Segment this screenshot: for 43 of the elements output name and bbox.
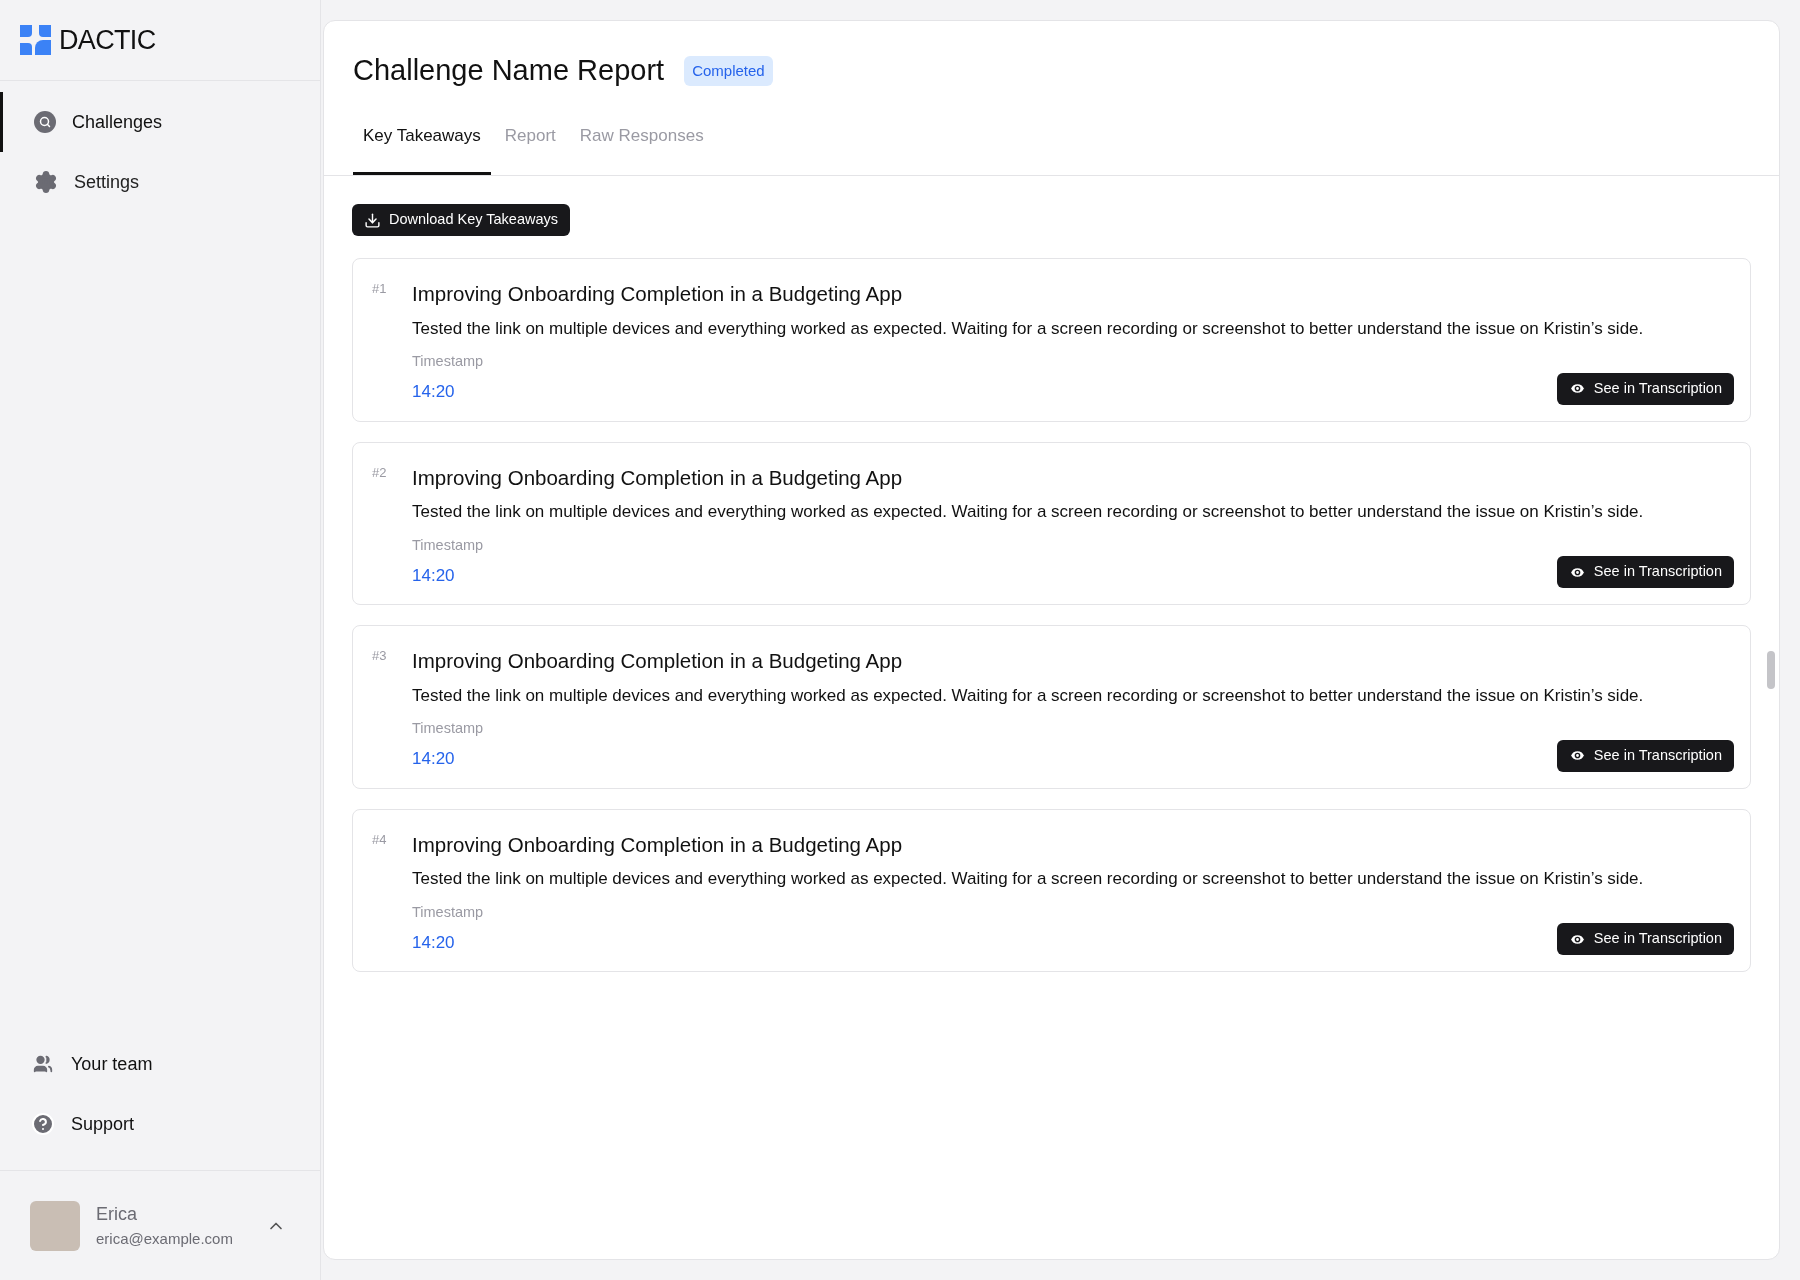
user-email: erica@example.com [96,1228,234,1249]
status-badge: Completed [684,55,773,86]
sidebar-item[interactable]: Challenges [0,92,320,152]
timestamp-label: Timestamp [412,719,484,739]
timestamp-label: Timestamp [412,535,484,555]
takeaway-title: Improving Onboarding Completion in a Budgeting App [412,281,904,307]
takeaway-title: Improving Onboarding Completion in a Budgeting App [412,648,904,674]
timestamp-link[interactable]: 14:20 [412,929,484,955]
takeaway-title: Improving Onboarding Completion in a Budgeting App [412,464,904,491]
sidebar-item[interactable]: Settings [0,152,320,212]
timestamp-label: Timestamp [412,902,484,922]
takeaway-number: #1 [372,280,388,298]
download-icon [364,211,381,229]
takeaway-number: #3 [372,647,388,665]
transcription-button[interactable]: See in Transcription [1556,923,1734,955]
team-icon [33,1054,53,1074]
takeaway-text: Tested the link on multiple devices and everything worked as expected. Waiting for a screen recording or screenshot to better understand the issue on Kristin’s side. [412,684,1645,707]
download-button[interactable]: Download Key Takeaways [352,204,570,236]
takeaway-text: Tested the link on multiple devices and everything worked as expected. Waiting for a screen recording or screenshot to better understand the issue on Kristin’s side. [412,317,1645,340]
user-name: Erica [96,1202,138,1226]
sidebar-item[interactable]: Support [0,1094,320,1154]
transcription-button[interactable]: See in Transcription [1556,372,1734,405]
takeaway-title: Improving Onboarding Completion in a Budgeting App [412,831,904,858]
takeaway-number: #2 [372,463,388,482]
scrollbar-thumb[interactable] [1767,651,1775,689]
avatar-photo-placeholder [30,1200,80,1251]
tab[interactable]: Key Takeaways [353,118,491,175]
settings-icon [34,170,58,194]
search-icon [34,111,56,133]
takeaway-text: Tested the link on multiple devices and everything worked as expected. Waiting for a screen recording or screenshot to better understand the issue on Kristin’s side. [412,501,1645,524]
takeaway-text: Tested the link on multiple devices and everything worked as expected. Waiting for a screen recording or screenshot to better understand the issue on Kristin’s side. [412,868,1645,891]
timestamp-label: Timestamp [412,352,484,372]
timestamp-link[interactable]: 14:20 [412,562,484,588]
takeaway-number: #4 [372,830,388,849]
transcription-button[interactable]: See in Transcription [1556,739,1734,772]
help-icon [31,1112,55,1136]
sidebar-item[interactable]: Your team [0,1034,320,1094]
timestamp-link[interactable]: 14:20 [412,379,484,405]
timestamp-link[interactable]: 14:20 [412,746,484,772]
brand-name: DACTIC [59,23,156,57]
logo-icon [20,25,51,55]
page-title: Challenge Name Report [353,53,665,88]
transcription-button[interactable]: See in Transcription [1556,556,1734,588]
